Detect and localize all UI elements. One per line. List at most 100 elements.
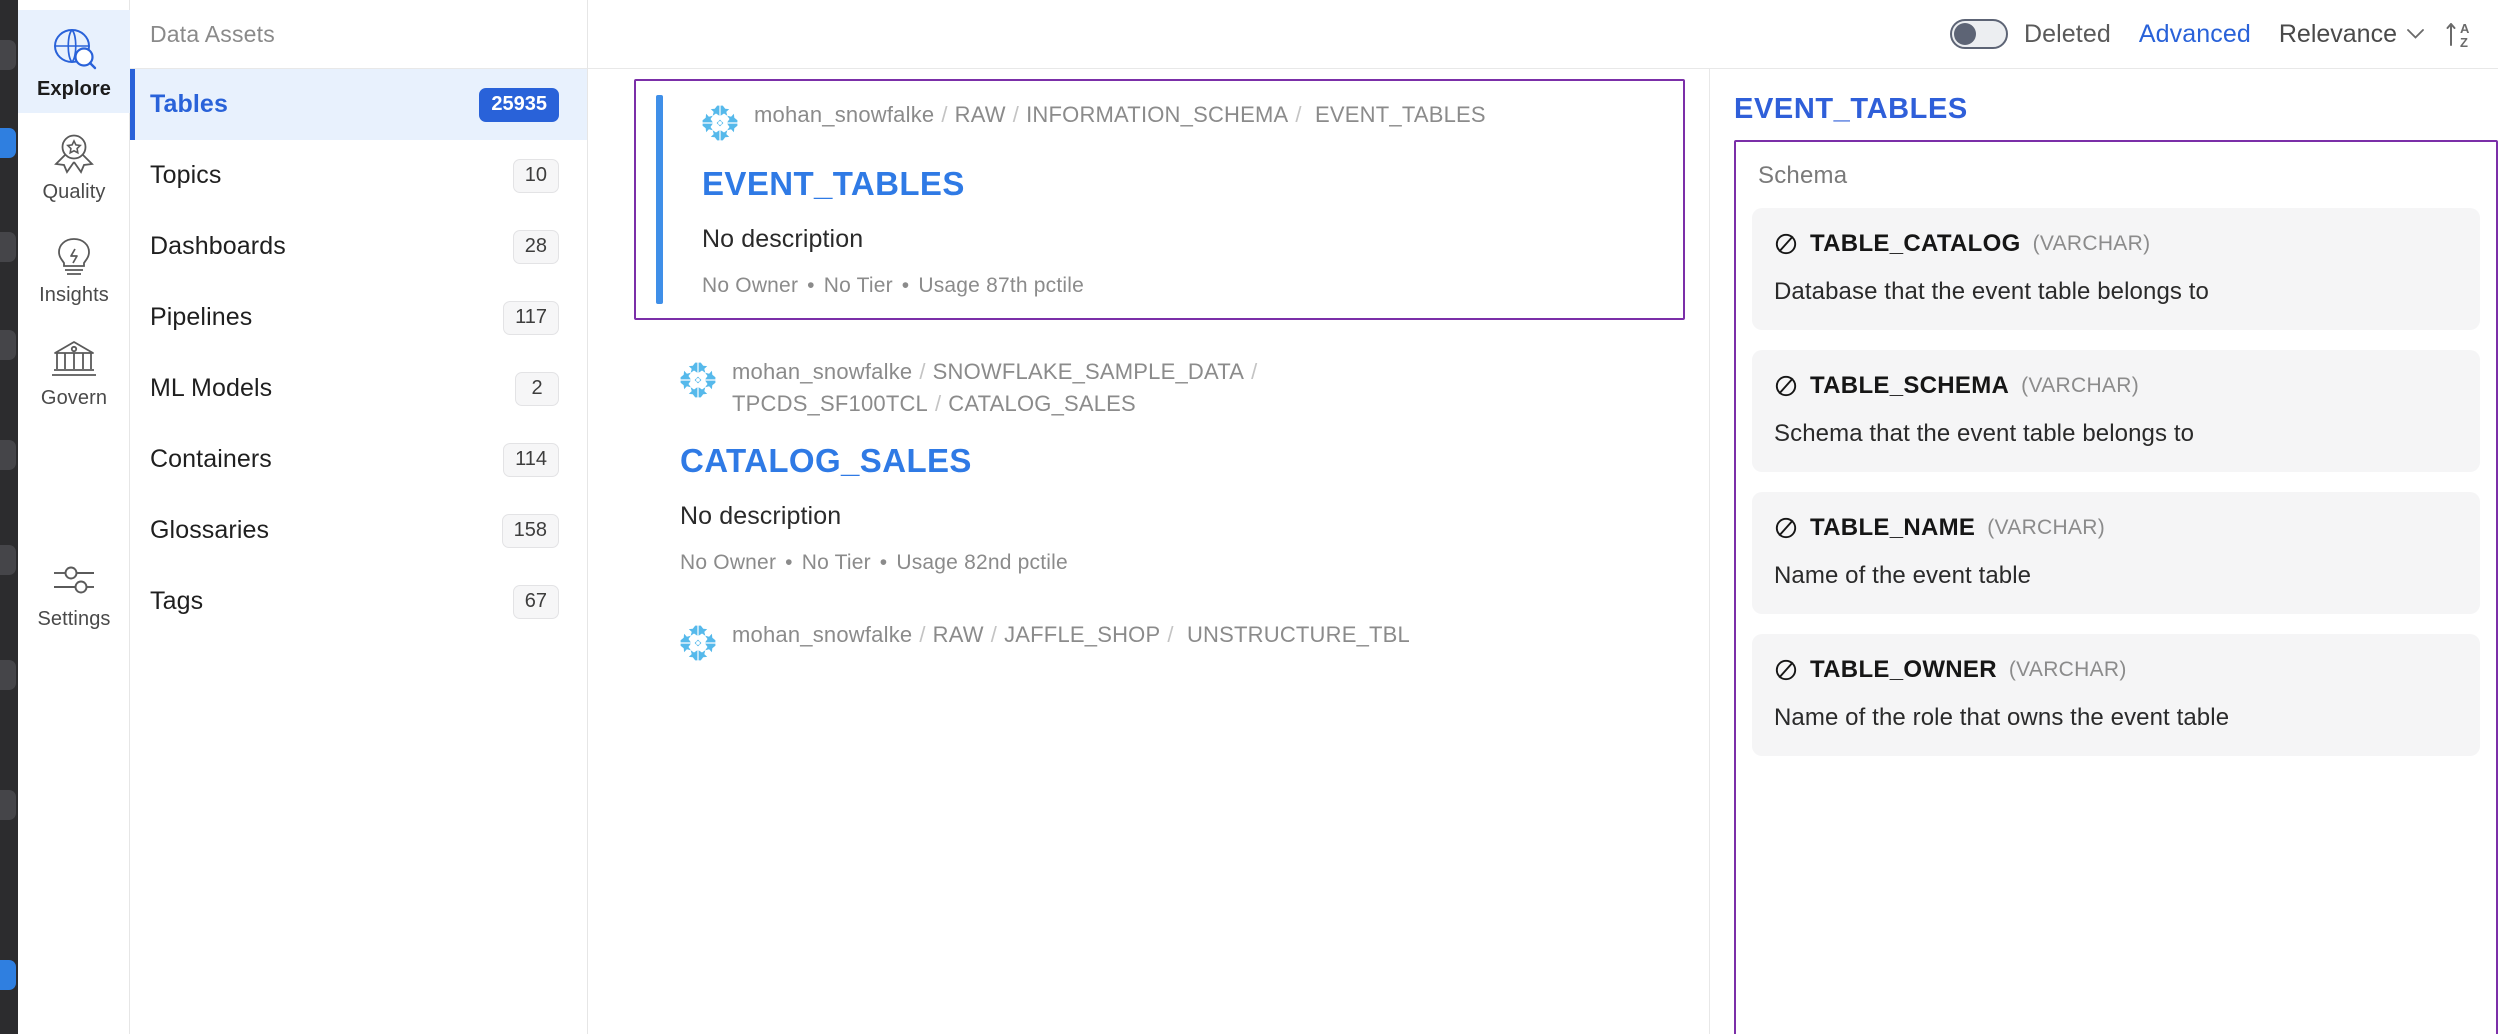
breadcrumb-segment: mohan_snowfalke bbox=[754, 102, 935, 127]
sort-a-z-ascending-icon[interactable]: A Z bbox=[2444, 18, 2474, 50]
schema-field-name: TABLE_OWNER bbox=[1810, 656, 1997, 683]
primary-nav-rail: Explore Quality Insights Govern Settings bbox=[0, 0, 130, 1034]
entity-detail-panel: EVENT_TABLES Schema TABLE_CATALOG (VARCH… bbox=[1710, 69, 2498, 1034]
search-toolbar: Deleted Advanced Relevance A Z bbox=[588, 0, 2498, 69]
schema-section: Schema TABLE_CATALOG (VARCHAR) Database … bbox=[1734, 140, 2498, 1034]
sidebar-item-dashboards[interactable]: Dashboards 28 bbox=[130, 211, 587, 282]
detail-panel-title[interactable]: EVENT_TABLES bbox=[1734, 93, 2498, 126]
schema-field-row[interactable]: TABLE_SCHEMA (VARCHAR) Schema that the e… bbox=[1752, 350, 2480, 472]
app-root: Explore Quality Insights Govern Settings… bbox=[0, 0, 2498, 1034]
deleted-label: Deleted bbox=[2023, 19, 2111, 48]
schema-field-type: (VARCHAR) bbox=[2008, 658, 2127, 681]
schema-field-row[interactable]: TABLE_NAME (VARCHAR) Name of the event t… bbox=[1752, 492, 2480, 614]
breadcrumb: mohan_snowfalke / RAW / JAFFLE_SHOP / UNSTRUC… bbox=[678, 619, 1685, 663]
rail-item-quality[interactable]: Quality bbox=[18, 113, 130, 216]
result-description: No description bbox=[702, 225, 864, 253]
rail-item-label: Explore bbox=[36, 78, 112, 100]
schema-field-type: (VARCHAR) bbox=[2032, 232, 2151, 255]
svg-text:Z: Z bbox=[2460, 35, 2468, 50]
sort-by-value: Relevance bbox=[2278, 19, 2397, 48]
breadcrumb: mohan_snowfalke / RAW / INFORMATION_SCHEMA / … bbox=[700, 99, 1663, 143]
result-meta: No Owner • No Tier • Usage 87th pctile bbox=[702, 274, 1085, 297]
svg-text:A: A bbox=[2460, 21, 2470, 36]
search-result-card[interactable]: mohan_snowfalke / RAW / JAFFLE_SHOP / UNSTRUC… bbox=[634, 597, 1685, 685]
breadcrumb: mohan_snowfalke / SNOWFLAKE_SAMPLE_DATA / T… bbox=[678, 356, 1685, 420]
breadcrumb-segment: JAFFLE_SHOP bbox=[1004, 621, 1161, 647]
sidebar-item-tables[interactable]: Tables 25935 bbox=[130, 69, 587, 140]
schema-field-row[interactable]: TABLE_CATALOG (VARCHAR) Database that th… bbox=[1752, 208, 2480, 330]
entity-type-list: Tables 25935 Topics 10 Dashboards 28 Pip… bbox=[130, 69, 587, 637]
result-meta: No Owner • No Tier • Usage 82nd pctile bbox=[680, 550, 1068, 574]
schema-field-name: TABLE_NAME bbox=[1810, 514, 1976, 541]
sidebar-item-label: ML Models bbox=[150, 374, 273, 402]
breadcrumb-path: mohan_snowfalke / RAW / JAFFLE_SHOP / UNSTRUC… bbox=[732, 621, 1410, 647]
rail-item-explore[interactable]: Explore bbox=[18, 10, 130, 113]
result-meta-owner: No Owner bbox=[702, 274, 799, 297]
rail-item-label: Quality bbox=[42, 181, 106, 203]
sidebar-item-label: Pipelines bbox=[150, 303, 253, 331]
schema-field-description: Name of the event table bbox=[1774, 562, 2032, 589]
rail-item-insights[interactable]: Insights bbox=[18, 216, 130, 319]
sidebar-title: Data Assets bbox=[150, 20, 275, 47]
search-results-list: mohan_snowfalke / RAW / INFORMATION_SCHEMA / … bbox=[588, 69, 1710, 1034]
result-title[interactable]: CATALOG_SALES bbox=[680, 442, 1685, 480]
snowflake-icon bbox=[680, 625, 716, 661]
sidebar-item-label: Glossaries bbox=[150, 516, 270, 544]
rail-item-label: Insights bbox=[39, 284, 109, 306]
result-meta-tier: No Tier bbox=[823, 274, 893, 297]
string-type-icon bbox=[1775, 659, 1797, 681]
schema-field-row[interactable]: TABLE_OWNER (VARCHAR) Name of the role t… bbox=[1752, 634, 2480, 756]
sidebar-item-count: 25935 bbox=[479, 87, 559, 122]
quality-rosette-icon bbox=[18, 127, 130, 179]
breadcrumb-segment: CATALOG_SALES bbox=[948, 390, 1136, 416]
sidebar-item-count: 10 bbox=[512, 158, 559, 193]
rail-item-govern[interactable]: Govern bbox=[18, 319, 130, 422]
string-type-icon bbox=[1775, 233, 1797, 255]
sidebar-item-label: Dashboards bbox=[150, 232, 286, 260]
rail-item-label: Govern bbox=[40, 387, 108, 409]
schema-field-name: TABLE_SCHEMA bbox=[1810, 372, 2010, 399]
sort-by-dropdown[interactable]: Relevance bbox=[2279, 20, 2424, 49]
result-description: No description bbox=[680, 501, 842, 530]
settings-sliders-icon bbox=[18, 554, 130, 606]
govern-bank-icon bbox=[18, 333, 130, 385]
sidebar-item-count: 114 bbox=[503, 442, 559, 477]
schema-field-type: (VARCHAR) bbox=[1987, 516, 2106, 539]
sidebar-item-ml-models[interactable]: ML Models 2 bbox=[130, 353, 587, 424]
search-result-card[interactable]: mohan_snowfalke / SNOWFLAKE_SAMPLE_DATA / T… bbox=[634, 334, 1685, 597]
breadcrumb-segment: TPCDS_SF100TCL bbox=[732, 390, 928, 416]
sidebar-item-glossaries[interactable]: Glossaries 158 bbox=[130, 495, 587, 566]
result-meta-usage: Usage 87th pctile bbox=[918, 274, 1085, 297]
sidebar-item-count: 117 bbox=[503, 300, 559, 335]
schema-field-type: (VARCHAR) bbox=[2021, 374, 2139, 397]
sidebar-item-containers[interactable]: Containers 114 bbox=[130, 424, 587, 495]
sidebar-item-topics[interactable]: Topics 10 bbox=[130, 140, 587, 211]
sidebar-item-pipelines[interactable]: Pipelines 117 bbox=[130, 282, 587, 353]
sidebar-item-tags[interactable]: Tags 67 bbox=[130, 566, 587, 637]
schema-field-description: Database that the event table belongs to bbox=[1774, 278, 2209, 305]
breadcrumb-path: mohan_snowfalke / SNOWFLAKE_SAMPLE_DATA / T… bbox=[732, 359, 1258, 416]
content-row: mohan_snowfalke / RAW / INFORMATION_SCHEMA / … bbox=[588, 69, 2498, 1034]
breadcrumb-segment: RAW bbox=[954, 102, 1006, 127]
breadcrumb-segment: EVENT_TABLES bbox=[1315, 102, 1486, 127]
deleted-toggle[interactable] bbox=[1949, 19, 2008, 49]
sidebar-item-label: Tables bbox=[150, 90, 228, 118]
schema-field-description: Name of the role that owns the event tab… bbox=[1774, 704, 2230, 731]
insights-bulb-icon bbox=[18, 230, 130, 282]
rail-item-settings[interactable]: Settings bbox=[18, 540, 130, 643]
snowflake-icon bbox=[680, 362, 716, 398]
result-meta-owner: No Owner bbox=[680, 550, 777, 574]
breadcrumb-path: mohan_snowfalke / RAW / INFORMATION_SCHEMA / … bbox=[754, 102, 1486, 127]
breadcrumb-segment: INFORMATION_SCHEMA bbox=[1026, 102, 1289, 127]
sidebar-item-count: 158 bbox=[501, 513, 559, 548]
advanced-link[interactable]: Advanced bbox=[2139, 20, 2251, 49]
search-result-card[interactable]: mohan_snowfalke / RAW / INFORMATION_SCHEMA / … bbox=[634, 79, 1685, 320]
snowflake-icon bbox=[702, 105, 738, 141]
result-title[interactable]: EVENT_TABLES bbox=[702, 165, 1663, 203]
sidebar-item-count: 2 bbox=[515, 371, 559, 406]
breadcrumb-segment: mohan_snowfalke bbox=[732, 359, 913, 384]
os-dock-sliver bbox=[0, 0, 18, 1034]
schema-field-name: TABLE_CATALOG bbox=[1810, 230, 2021, 257]
rail-item-label: Settings bbox=[37, 608, 111, 630]
sidebar-item-label: Topics bbox=[150, 161, 222, 189]
